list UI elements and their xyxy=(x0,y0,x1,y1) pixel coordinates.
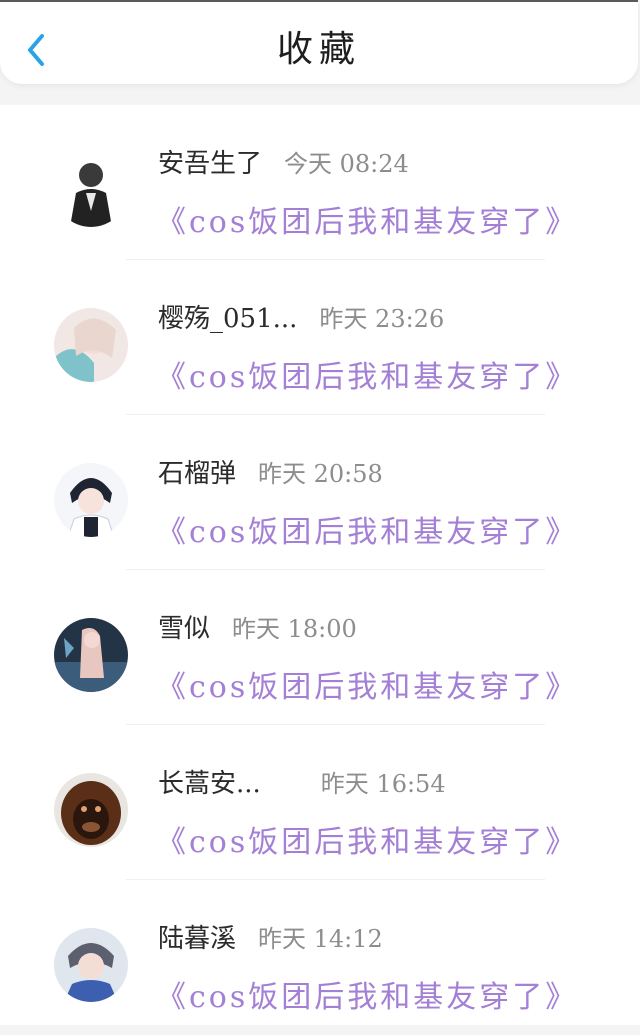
avatar xyxy=(54,463,128,537)
item-meta: 陆暮溪 昨天 14:12 xyxy=(158,918,383,955)
list-item[interactable]: 樱殇_051... 昨天 23:26 《cos饭团后我和基友穿了》 xyxy=(0,260,640,415)
avatar xyxy=(54,153,128,227)
item-subject: 《cos饭团后我和基友穿了》 xyxy=(156,360,579,395)
item-meta: 雪似 昨天 18:00 xyxy=(158,608,357,645)
avatar xyxy=(54,618,128,692)
item-subject: 《cos饭团后我和基友穿了》 xyxy=(156,825,579,860)
list-item[interactable]: 石榴弹 昨天 20:58 《cos饭团后我和基友穿了》 xyxy=(0,415,640,570)
item-subject: 《cos饭团后我和基友穿了》 xyxy=(156,205,579,240)
list-item[interactable]: 陆暮溪 昨天 14:12 《cos饭团后我和基友穿了》 xyxy=(0,880,640,1035)
timestamp: 昨天 18:00 xyxy=(232,615,357,643)
timestamp: 昨天 23:26 xyxy=(319,305,445,333)
list-item[interactable]: 雪似 昨天 18:00 《cos饭团后我和基友穿了》 xyxy=(0,570,640,725)
top-bar: 收藏 xyxy=(0,0,638,84)
list-item[interactable]: 长蒿安... 昨天 16:54 《cos饭团后我和基友穿了》 xyxy=(0,725,640,880)
timestamp: 昨天 20:58 xyxy=(258,460,383,488)
timestamp: 昨天 14:12 xyxy=(258,925,383,953)
user-name: 樱殇_051... xyxy=(158,304,298,334)
avatar xyxy=(54,928,128,1002)
item-subject: 《cos饭团后我和基友穿了》 xyxy=(156,980,579,1015)
item-meta: 樱殇_051... 昨天 23:26 xyxy=(158,298,444,335)
item-subject: 《cos饭团后我和基友穿了》 xyxy=(156,670,579,705)
user-name: 长蒿安... xyxy=(158,769,261,799)
favorites-list: 安吾生了 今天 08:24 《cos饭团后我和基友穿了》 樱殇_051... 昨天 … xyxy=(0,105,640,1025)
user-name: 石榴弹 xyxy=(158,459,237,489)
avatar xyxy=(54,773,128,847)
item-subject: 《cos饭团后我和基友穿了》 xyxy=(156,515,579,550)
timestamp: 今天 08:24 xyxy=(284,150,409,178)
user-name: 安吾生了 xyxy=(158,149,263,179)
page-title: 收藏 xyxy=(276,29,361,70)
item-meta: 石榴弹 昨天 20:58 xyxy=(158,453,383,490)
avatar xyxy=(54,308,128,382)
item-meta: 安吾生了 今天 08:24 xyxy=(158,143,409,180)
item-meta: 长蒿安... 昨天 16:54 xyxy=(158,763,446,800)
user-name: 雪似 xyxy=(158,614,211,644)
list-item[interactable]: 安吾生了 今天 08:24 《cos饭团后我和基友穿了》 xyxy=(0,105,640,260)
timestamp: 昨天 16:54 xyxy=(320,770,446,798)
user-name: 陆暮溪 xyxy=(158,924,237,954)
